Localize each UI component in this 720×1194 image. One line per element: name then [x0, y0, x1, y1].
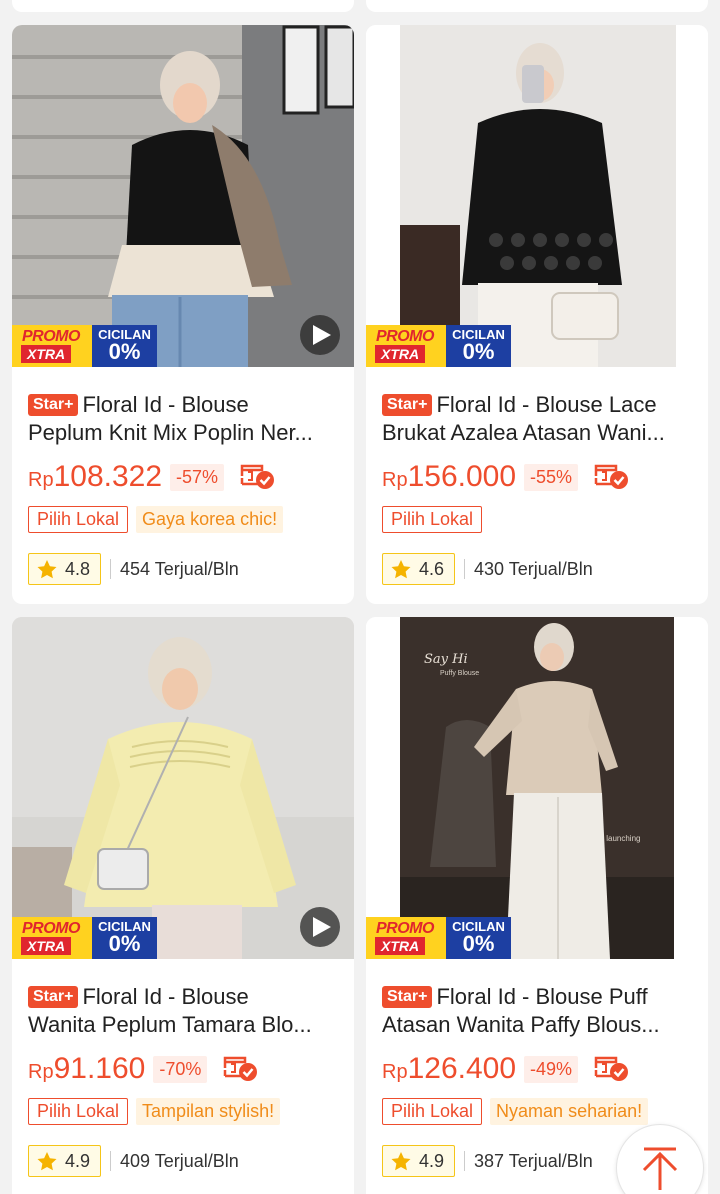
rating-badge: 4.9 — [28, 1145, 102, 1177]
star-plus-badge: Star+ — [28, 394, 79, 416]
product-image[interactable]: PROMO XTRA CICILAN 0% — [12, 25, 354, 367]
product-title[interactable]: Star+ Floral Id - Blouse Peplum Knit Mix … — [28, 391, 338, 447]
product-grid-page: PROMO XTRA CICILAN 0% Star+ Floral Id - Blo… — [0, 0, 720, 1194]
feature-tag: Nyaman seharian! — [490, 1097, 649, 1125]
product-price: Rp91.160 — [28, 1052, 146, 1085]
rating-badge: 4.9 — [382, 1145, 456, 1177]
svg-text:Say Hi: Say Hi — [424, 652, 468, 667]
play-video-icon[interactable] — [300, 315, 340, 355]
previous-card-bottom — [366, 0, 708, 12]
pilih-lokal-tag: Pilih Lokal — [382, 1097, 483, 1125]
product-card[interactable]: Say Hi Puffy Blouse New launching PROMO X… — [366, 617, 708, 1194]
arrow-up-icon — [642, 1147, 678, 1190]
promo-xtra-cicilan-badge: PROMO XTRA CICILAN 0% — [366, 917, 511, 959]
product-price: Rp108.322 — [28, 460, 163, 493]
discount-badge: -70% — [153, 1055, 208, 1083]
promo-xtra-cicilan-badge: PROMO XTRA CICILAN 0% — [366, 325, 511, 367]
product-photo-lace-blouse — [366, 25, 708, 367]
product-image[interactable]: PROMO XTRA CICILAN 0% — [366, 25, 708, 367]
sold-count: 409 Terjual/Bln — [120, 1150, 239, 1171]
star-icon — [37, 559, 57, 578]
star-icon — [391, 559, 411, 578]
promo-xtra-cicilan-badge: PROMO XTRA CICILAN 0% — [12, 917, 157, 959]
divider — [464, 1151, 466, 1171]
discount-badge: -49% — [524, 1055, 579, 1083]
pilih-lokal-tag: Pilih Lokal — [28, 1097, 129, 1125]
installment-check-icon — [224, 1056, 258, 1081]
product-card[interactable]: PROMO XTRA CICILAN 0% Star+ Floral Id - Blo… — [12, 25, 354, 604]
product-photo-tamara-blouse — [12, 617, 354, 959]
svg-text:Puffy Blouse: Puffy Blouse — [440, 670, 479, 677]
star-icon — [391, 1151, 411, 1170]
star-plus-badge: Star+ — [382, 986, 433, 1008]
installment-check-icon — [240, 464, 275, 489]
installment-check-icon — [594, 464, 629, 489]
star-plus-badge: Star+ — [28, 986, 79, 1008]
discount-badge: -57% — [170, 463, 225, 491]
feature-tag: Tampilan stylish! — [136, 1097, 281, 1125]
product-price: Rp156.000 — [382, 460, 517, 493]
divider — [110, 1151, 112, 1171]
product-photo-puff-blouse: Say Hi Puffy Blouse New launching — [366, 617, 708, 959]
divider — [464, 559, 466, 579]
product-photo-peplum-knit — [12, 25, 354, 367]
star-plus-badge: Star+ — [382, 394, 433, 416]
product-image[interactable]: Say Hi Puffy Blouse New launching PROMO X… — [366, 617, 708, 959]
sold-count: 454 Terjual/Bln — [120, 558, 239, 579]
play-video-icon[interactable] — [300, 907, 340, 947]
promo-xtra-cicilan-badge: PROMO XTRA CICILAN 0% — [12, 325, 157, 367]
previous-card-bottom — [12, 0, 354, 12]
rating-badge: 4.8 — [28, 553, 102, 585]
product-image[interactable]: PROMO XTRA CICILAN 0% — [12, 617, 354, 959]
product-title[interactable]: Star+ Floral Id - Blouse Wanita Peplum Ta… — [28, 983, 338, 1039]
divider — [110, 559, 112, 579]
rating-badge: 4.6 — [382, 553, 456, 585]
product-card[interactable]: PROMO XTRA CICILAN 0% Star+ Floral Id - Blo… — [366, 25, 708, 604]
product-card[interactable]: PROMO XTRA CICILAN 0% Star+ Floral Id - Blo… — [12, 617, 354, 1194]
pilih-lokal-tag: Pilih Lokal — [382, 505, 483, 533]
installment-check-icon — [594, 1056, 629, 1081]
discount-badge: -55% — [524, 463, 579, 491]
product-price: Rp126.400 — [382, 1052, 517, 1085]
product-title[interactable]: Star+ Floral Id - Blouse Puff Atasan Wani… — [382, 983, 692, 1039]
pilih-lokal-tag: Pilih Lokal — [28, 505, 129, 533]
product-title[interactable]: Star+ Floral Id - Blouse Lace Brukat Azal… — [382, 391, 692, 447]
star-icon — [37, 1151, 57, 1170]
feature-tag: Gaya korea chic! — [136, 505, 284, 533]
sold-count: 387 Terjual/Bln — [474, 1150, 593, 1171]
sold-count: 430 Terjual/Bln — [474, 558, 593, 579]
